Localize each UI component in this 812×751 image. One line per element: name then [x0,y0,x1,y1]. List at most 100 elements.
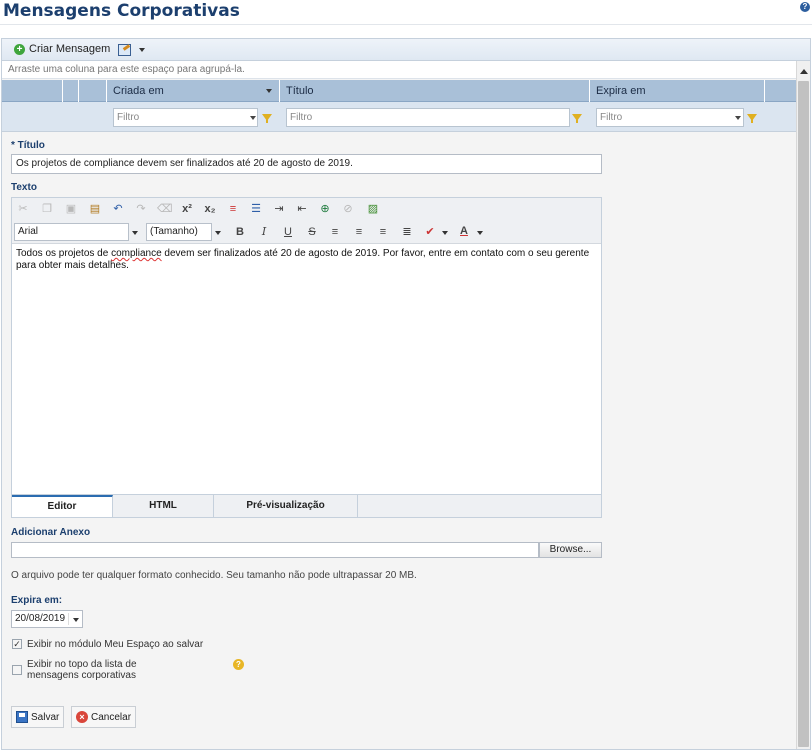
filter-icon[interactable] [572,114,582,123]
save-label: Salvar [31,711,60,723]
title-input[interactable]: Os projetos de compliance devem ser fina… [11,154,602,174]
cancel-label: Cancelar [91,711,132,723]
bold-icon[interactable]: B [233,225,247,239]
title-label: * Título [11,140,45,151]
grid-header-blank [79,80,107,102]
chevron-down-icon[interactable] [735,116,741,120]
help-icon[interactable]: ? [800,2,810,12]
chevron-down-icon[interactable] [132,231,138,235]
unlink-icon[interactable]: ⊘ [341,202,355,216]
pin-to-top-label: Exibir no topo da lista de mensagens cor… [27,659,137,681]
align-right-icon[interactable]: ≡ [376,225,390,239]
expires-date-input[interactable]: 20/08/2019 [11,610,83,628]
plus-circle-icon: + [14,43,25,55]
align-center-icon[interactable]: ≡ [352,225,366,239]
grid-toolbar: + Criar Mensagem [2,39,810,61]
paste-text-icon[interactable]: ▤ [88,202,102,216]
hyperlink-icon[interactable]: ⊕ [318,202,332,216]
pin-to-top-checkbox[interactable] [12,665,22,675]
column-header-title[interactable]: Título [280,80,590,102]
format-stripper-icon[interactable]: ⌫ [157,202,173,216]
expires-filter-input[interactable]: Filtro [596,108,744,127]
filter-icon[interactable] [262,114,272,123]
superscript-icon[interactable]: x² [180,202,194,216]
misspelled-word: compliance [111,248,162,259]
paste-icon[interactable]: ▣ [64,202,78,216]
create-message-label: Criar Mensagem [29,43,111,55]
chevron-down-icon[interactable] [215,231,221,235]
tab-preview[interactable]: Pré-visualização [214,495,358,517]
strikethrough-icon[interactable]: S [305,225,319,239]
spellcheck-icon[interactable]: ✔ [423,225,437,239]
chevron-down-icon[interactable] [442,231,448,235]
align-left-icon[interactable]: ≡ [328,225,342,239]
editor-toolbar: ✂ ❐ ▣ ▤ ↶ ↷ ⌫ x² x₂ ≡ ☰ ⇥ ⇤ ⊕ ⊘ ▨ Arial … [12,198,601,244]
cut-icon[interactable]: ✂ [16,202,30,216]
underline-icon[interactable]: U [281,225,295,239]
created-filter-input[interactable]: Filtro [113,108,258,127]
font-color-icon[interactable]: A [457,224,471,238]
date-divider [68,613,69,625]
info-icon[interactable]: ? [233,659,244,670]
cancel-button[interactable]: × Cancelar [71,706,137,728]
page-title: Mensagens Corporativas [3,1,240,21]
column-header-expires[interactable]: Expira em [590,80,765,102]
vertical-scrollbar[interactable] [796,61,810,749]
edit-menu-button[interactable] [118,44,145,56]
column-header-created[interactable]: Criada em [107,80,280,102]
undo-icon[interactable]: ↶ [111,202,125,216]
title-filter-input[interactable]: Filtro [286,108,570,127]
attach-label: Adicionar Anexo [11,527,91,538]
font-family-value: Arial [18,226,39,237]
body-text-start: Todos os projetos de [16,248,112,259]
outdent-icon[interactable]: ⇤ [295,202,309,216]
rich-text-editor: ✂ ❐ ▣ ▤ ↶ ↷ ⌫ x² x₂ ≡ ☰ ⇥ ⇤ ⊕ ⊘ ▨ Arial … [11,197,602,518]
attachment-path-input[interactable] [11,542,539,558]
filter-icon[interactable] [747,114,757,123]
group-drop-zone[interactable]: Arraste uma coluna para este espaço para… [2,61,796,79]
column-header-label: Expira em [596,85,646,97]
cancel-icon: × [76,711,88,723]
font-size-select[interactable]: (Tamanho) [146,223,221,241]
grid-header: Criada em Título Expira em [2,80,797,102]
justify-icon[interactable]: ≣ [400,225,414,239]
text-label: Texto [11,182,37,193]
chevron-down-icon [139,48,145,52]
edit-icon [118,44,131,56]
copy-icon[interactable]: ❐ [40,202,54,216]
indent-icon[interactable]: ⇥ [272,202,286,216]
chevron-down-icon[interactable] [266,89,272,93]
chevron-down-icon[interactable] [477,231,483,235]
font-family-select[interactable]: Arial [14,223,138,241]
scroll-thumb[interactable] [798,81,809,747]
browse-button[interactable]: Browse... [539,542,602,558]
tab-html[interactable]: HTML [113,495,214,517]
attach-note: O arquivo pode ter qualquer formato conh… [11,570,417,581]
redo-icon[interactable]: ↷ [134,202,148,216]
numbered-list-icon[interactable]: ≡ [226,202,240,216]
italic-icon[interactable]: I [257,225,271,239]
scroll-up-icon[interactable] [800,69,808,74]
chevron-down-icon[interactable] [73,618,79,622]
show-in-my-space-label: Exibir no módulo Meu Espaço ao salvar [27,639,204,650]
tab-editor[interactable]: Editor [12,495,113,517]
title-divider [0,24,812,25]
image-icon[interactable]: ▨ [366,202,380,216]
editor-content-area[interactable]: Todos os projetos de compliance devem se… [12,244,601,495]
column-header-label: Título [286,85,314,97]
font-size-value: (Tamanho) [150,226,198,237]
bullet-list-icon[interactable]: ☰ [249,202,263,216]
filter-row: Filtro Filtro Filtro [2,102,797,132]
grid-header-blank [63,80,79,102]
save-button[interactable]: Salvar [11,706,65,728]
grid-header-blank [2,80,63,102]
floppy-disk-icon [16,711,28,723]
show-in-my-space-checkbox[interactable]: ✓ [12,639,22,649]
chevron-down-icon[interactable] [250,116,256,120]
expires-label: Expira em: [11,595,63,606]
expires-date-value: 20/08/2019 [15,613,66,624]
messages-panel: + Criar Mensagem Arraste uma coluna para… [1,38,811,750]
editor-mode-tabs: Editor HTML Pré-visualização [12,494,601,517]
subscript-icon[interactable]: x₂ [203,202,217,216]
create-message-button[interactable]: + Criar Mensagem [14,43,110,55]
